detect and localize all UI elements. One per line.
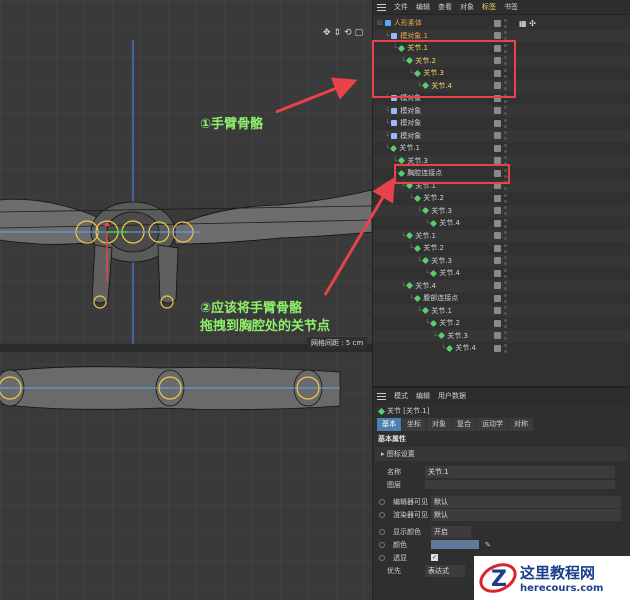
watermark: Z 这里教程网 herecours.com bbox=[474, 556, 630, 600]
watermark-logo-icon: Z bbox=[479, 563, 517, 593]
annotation-arm-bones: ①手臂骨骼 bbox=[200, 117, 264, 132]
watermark-title: 这里教程网 bbox=[520, 564, 596, 582]
arrow-to-chest-joint bbox=[323, 176, 396, 296]
arrow-to-arm-joints bbox=[275, 77, 358, 114]
annotation-arrows bbox=[275, 77, 396, 296]
annotation-drag-hint-line2: 拖拽到胸腔处的关节点 bbox=[200, 319, 331, 334]
watermark-url: herecours.com bbox=[520, 583, 604, 594]
svg-text:Z: Z bbox=[491, 567, 507, 592]
annotation-drag-hint-line1: ②应该将手臂骨骼 bbox=[200, 301, 303, 316]
